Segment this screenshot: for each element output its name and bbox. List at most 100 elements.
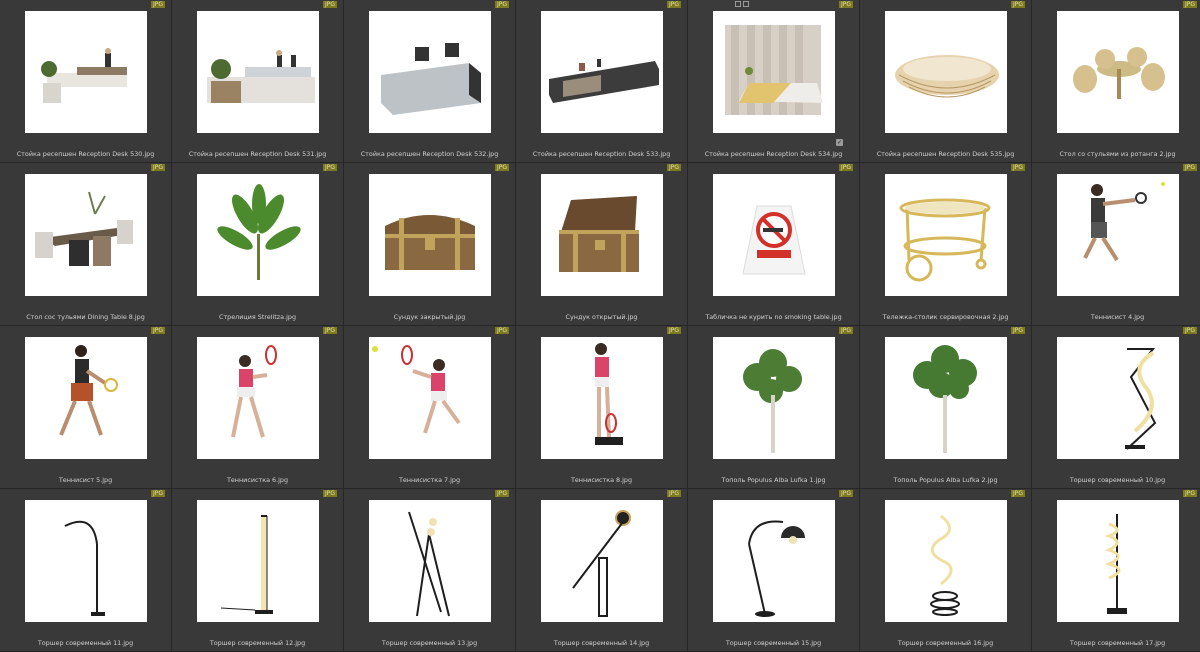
slash-icon[interactable] (743, 1, 749, 7)
thumbnail-label: Сундук открытый.jpg (565, 313, 638, 321)
thumbnail-label: Стойка ресепшен Reception Desk 535.jpg (876, 150, 1015, 158)
file-type-badge: JPG (838, 327, 853, 334)
thumbnail-label: Стойка ресепшен Reception Desk 533.jpg (532, 150, 671, 158)
thumbnail-cell[interactable]: JPG Тополь Populus Alba Lufka 1.jpg (688, 326, 860, 489)
thumbnail-cell[interactable]: JPG Стрелиция Strelitza.jpg (172, 163, 344, 326)
file-type-badge: JPG (494, 164, 509, 171)
rattan-table-icon (1057, 11, 1179, 133)
thumbnail-cell[interactable]: JPG Сундук открытый.jpg (516, 163, 688, 326)
file-type-badge: JPG (150, 327, 165, 334)
tree-icon (713, 337, 835, 459)
tennis-player-icon (541, 337, 663, 459)
file-type-badge: JPG (494, 327, 509, 334)
thumbnail-cell[interactable]: JPG Стол сос тульями Dining Table 8.jpg (0, 163, 172, 326)
thumbnail-label: Теннисистка 8.jpg (570, 476, 633, 484)
thumbnail-label: Тополь Populus Alba Lufka 1.jpg (721, 476, 826, 484)
thumbnail-cell[interactable]: JPG Торшер современный 17.jpg (1032, 489, 1200, 652)
thumbnail-label: Стойка ресепшен Reception Desk 534.jpg (704, 150, 843, 158)
thumbnail-cell[interactable]: JPG Стойка ресепшен Reception Desk 531.j… (172, 0, 344, 163)
tree-icon (885, 337, 1007, 459)
floor-lamp-icon (1057, 500, 1179, 622)
thumbnail-cell[interactable]: JPG Торшер современный 11.jpg (0, 489, 172, 652)
file-type-badge: JPG (1182, 490, 1197, 497)
file-type-badge: JPG (838, 1, 853, 8)
thumbnail-cell[interactable]: JPG Тележка-столик сервировочная 2.jpg (860, 163, 1032, 326)
square-icon[interactable] (735, 1, 741, 7)
floor-lamp-icon (1057, 337, 1179, 459)
file-type-badge: JPG (322, 327, 337, 334)
file-type-badge: JPG (322, 490, 337, 497)
floor-lamp-icon (25, 500, 147, 622)
file-type-badge: JPG (322, 164, 337, 171)
floor-lamp-icon (197, 500, 319, 622)
checkbox-icon[interactable]: ✓ (836, 139, 843, 146)
thumbnail-label: Торшер современный 10.jpg (1069, 476, 1166, 484)
file-type-badge: JPG (838, 490, 853, 497)
file-type-badge: JPG (1182, 164, 1197, 171)
file-type-badge: JPG (838, 164, 853, 171)
reception-desk-icon (713, 11, 835, 133)
file-type-badge: JPG (494, 1, 509, 8)
thumbnail-label: Стол со стульями из ротанга 2.jpg (1059, 150, 1176, 158)
thumbnail-cell[interactable]: JPG Стойка ресепшен Reception Desk 535.j… (860, 0, 1032, 163)
file-type-badge: JPG (1010, 490, 1025, 497)
reception-desk-icon (25, 11, 147, 133)
thumbnail-cell[interactable]: JPG Торшер современный 13.jpg (344, 489, 516, 652)
file-type-badge: JPG (322, 1, 337, 8)
file-type-badge: JPG (150, 1, 165, 8)
file-type-badge: JPG (666, 327, 681, 334)
tennis-player-icon (369, 337, 491, 459)
thumbnail-cell[interactable]: JPG Стойка ресепшен Reception Desk 532.j… (344, 0, 516, 163)
thumbnail-cell[interactable]: JPG ✓ Стойка ресепшен Reception Desk 534… (688, 0, 860, 163)
thumbnail-label: Торшер современный 14.jpg (553, 639, 650, 647)
thumbnail-cell[interactable]: JPG Торшер современный 10.jpg (1032, 326, 1200, 489)
floor-lamp-icon (541, 500, 663, 622)
tennis-player-icon (197, 337, 319, 459)
thumbnail-cell[interactable]: JPG Сундук закрытый.jpg (344, 163, 516, 326)
dining-table-icon (25, 174, 147, 296)
floor-lamp-icon (369, 500, 491, 622)
no-smoking-sign-icon (713, 174, 835, 296)
file-type-badge: JPG (1182, 1, 1197, 8)
open-chest-icon (541, 174, 663, 296)
thumbnail-label: Торшер современный 15.jpg (725, 639, 822, 647)
thumbnail-cell[interactable]: JPG Стойка ресепшен Reception Desk 530.j… (0, 0, 172, 163)
thumbnail-label: Теннисист 4.jpg (1090, 313, 1145, 321)
thumbnail-label: Тележка-столик сервировочная 2.jpg (882, 313, 1009, 321)
reception-desk-icon (369, 11, 491, 133)
thumbnail-label: Теннисистка 6.jpg (226, 476, 289, 484)
thumbnail-label: Стол сос тульями Dining Table 8.jpg (26, 313, 145, 321)
thumbnail-cell[interactable]: JPG Теннисистка 6.jpg (172, 326, 344, 489)
thumbnail-label: Табличка не курить no smoking table.jpg (705, 313, 842, 321)
thumbnail-cell[interactable]: JPG Торшер современный 12.jpg (172, 489, 344, 652)
thumbnail-label: Стойка ресепшен Reception Desk 531.jpg (188, 150, 327, 158)
reception-desk-icon (885, 11, 1007, 133)
thumbnail-cell[interactable]: JPG Торшер современный 14.jpg (516, 489, 688, 652)
thumbnail-cell[interactable]: JPG Торшер современный 15.jpg (688, 489, 860, 652)
file-type-badge: JPG (1010, 327, 1025, 334)
thumbnail-cell[interactable]: JPG Тополь Populus Alba Lufka 2.jpg (860, 326, 1032, 489)
thumbnail-label: Стойка ресепшен Reception Desk 530.jpg (16, 150, 155, 158)
file-type-badge: JPG (1182, 327, 1197, 334)
thumbnail-cell[interactable]: JPG Теннисист 4.jpg (1032, 163, 1200, 326)
thumbnail-cell[interactable]: JPG Теннисист 5.jpg (0, 326, 172, 489)
thumbnail-label: Сундук закрытый.jpg (393, 313, 466, 321)
thumbnail-cell[interactable]: JPG Стол со стульями из ротанга 2.jpg (1032, 0, 1200, 163)
chest-icon (369, 174, 491, 296)
tennis-player-icon (1057, 174, 1179, 296)
serving-cart-icon (885, 174, 1007, 296)
thumbnail-label: Тополь Populus Alba Lufka 2.jpg (893, 476, 998, 484)
thumbnail-cell[interactable]: JPG Теннисистка 8.jpg (516, 326, 688, 489)
floor-lamp-icon (713, 500, 835, 622)
reception-desk-icon (197, 11, 319, 133)
file-type-badge: JPG (666, 1, 681, 8)
thumbnail-label: Торшер современный 11.jpg (37, 639, 134, 647)
thumbnail-cell[interactable]: JPG Теннисистка 7.jpg (344, 326, 516, 489)
view-toggle-icons[interactable] (735, 1, 749, 7)
thumbnail-cell[interactable]: JPG Торшер современный 16.jpg (860, 489, 1032, 652)
tennis-player-icon (25, 337, 147, 459)
thumbnail-cell[interactable]: JPG Стойка ресепшен Reception Desk 533.j… (516, 0, 688, 163)
file-type-badge: JPG (150, 490, 165, 497)
file-type-badge: JPG (150, 164, 165, 171)
thumbnail-cell[interactable]: JPG Табличка не курить no smoking table.… (688, 163, 860, 326)
